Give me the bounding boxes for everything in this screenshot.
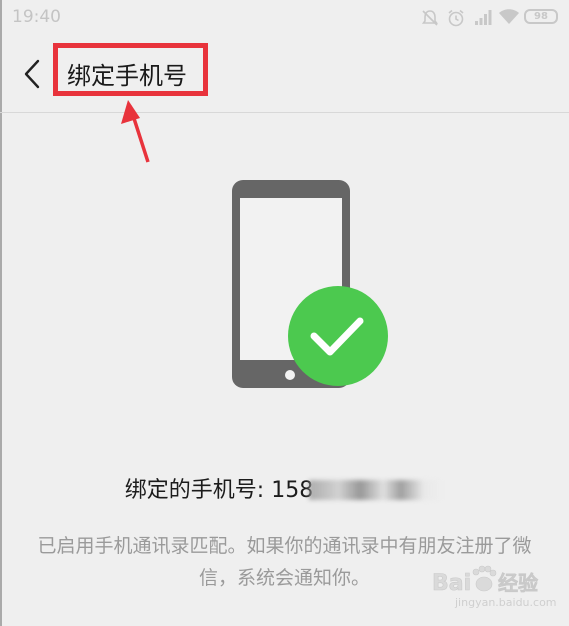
red-arrow-icon <box>121 100 150 163</box>
bound-number-label: 绑定的手机号: 158 <box>124 478 314 503</box>
watermark-url: jingyan.baidu.com <box>455 596 557 609</box>
phone-screen: 19:40 98 绑定手机号 绑定的手机号: 158 已启用手机通讯录匹配。如果… <box>0 0 569 626</box>
baidu-watermark-logo: Bai 经验 <box>432 565 538 596</box>
signal-icon <box>473 8 493 30</box>
back-button[interactable] <box>18 54 50 94</box>
chevron-left-icon <box>24 59 40 89</box>
masked-phone-digits <box>309 480 445 500</box>
bound-number-row: 绑定的手机号: 158 <box>0 472 569 504</box>
paw-icon <box>472 565 497 592</box>
alarm-icon <box>446 8 466 32</box>
status-time: 19:40 <box>12 7 61 27</box>
check-circle-icon <box>288 286 388 386</box>
phone-illustration <box>232 180 388 388</box>
watermark-suffix: 经验 <box>498 571 538 595</box>
wifi-icon <box>498 8 520 30</box>
watermark-brand: Bai <box>432 571 471 596</box>
battery-icon: 98 <box>524 9 558 24</box>
page-title: 绑定手机号 <box>67 62 187 90</box>
mute-icon <box>420 8 440 32</box>
header-bar: 绑定手机号 <box>0 36 569 113</box>
status-bar: 19:40 98 <box>0 0 569 36</box>
